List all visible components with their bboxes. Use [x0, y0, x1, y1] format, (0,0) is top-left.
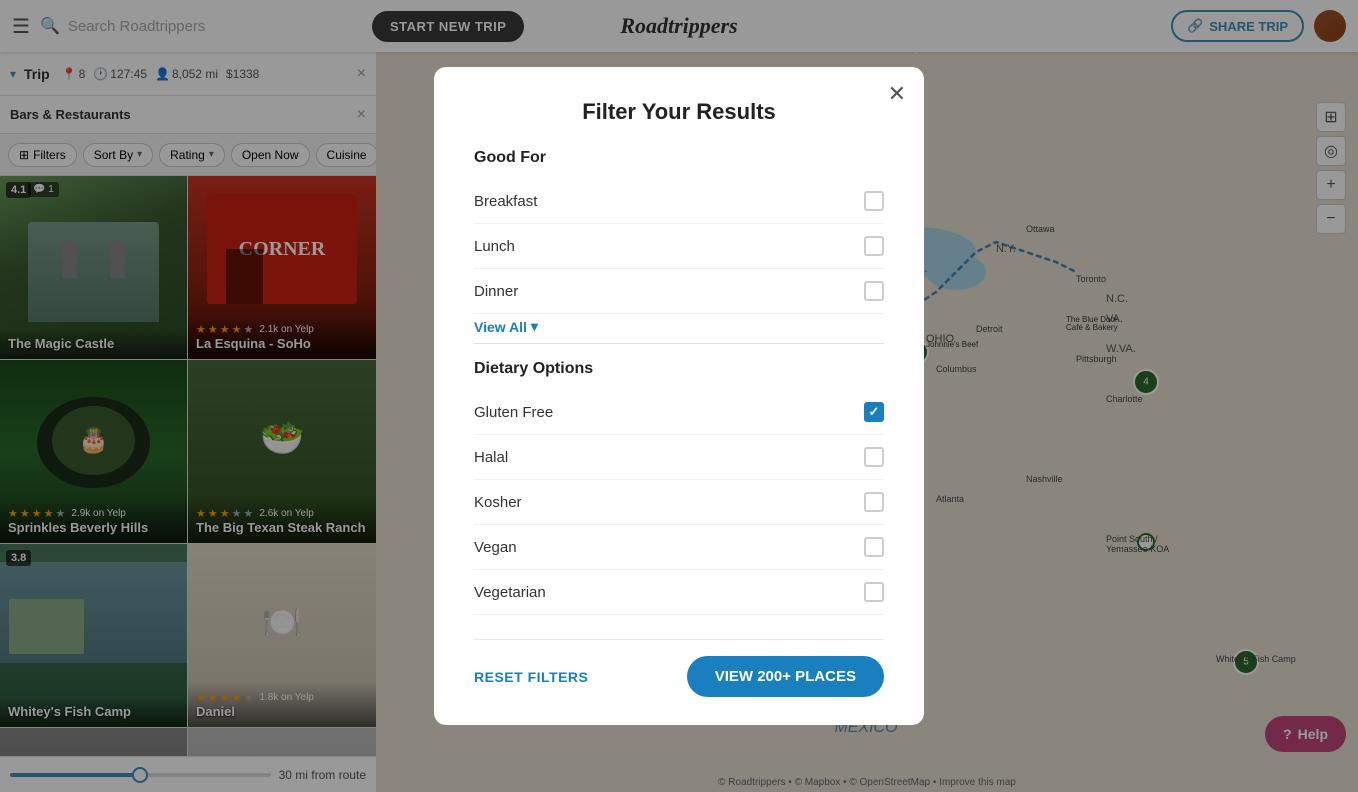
modal-title: Filter Your Results — [474, 99, 884, 125]
filter-vegetarian[interactable]: Vegetarian — [474, 570, 884, 615]
halal-label: Halal — [474, 449, 508, 466]
vegetarian-label: Vegetarian — [474, 584, 546, 601]
filter-vegan[interactable]: Vegan — [474, 525, 884, 570]
dietary-section-title: Dietary Options — [474, 360, 884, 378]
lunch-label: Lunch — [474, 238, 515, 255]
view-all-link[interactable]: View All ▾ — [474, 318, 884, 335]
gluten-free-label: Gluten Free — [474, 404, 553, 421]
filter-modal: Filter Your Results ✕ Good For Breakfast… — [434, 67, 924, 725]
modal-close-button[interactable]: ✕ — [888, 81, 906, 107]
filter-kosher[interactable]: Kosher — [474, 480, 884, 525]
vegan-checkbox[interactable] — [864, 537, 884, 557]
section-divider — [474, 343, 884, 344]
view-all-label: View All — [474, 319, 527, 335]
gluten-free-checkbox[interactable] — [864, 402, 884, 422]
filter-lunch[interactable]: Lunch — [474, 224, 884, 269]
reset-filters-button[interactable]: RESET FILTERS — [474, 669, 588, 685]
modal-footer: RESET FILTERS VIEW 200+ PLACES — [474, 639, 884, 697]
filter-breakfast[interactable]: Breakfast — [474, 179, 884, 224]
vegan-label: Vegan — [474, 539, 517, 556]
good-for-section-title: Good For — [474, 149, 884, 167]
view-places-button[interactable]: VIEW 200+ PLACES — [687, 656, 884, 697]
filter-halal[interactable]: Halal — [474, 435, 884, 480]
breakfast-checkbox[interactable] — [864, 191, 884, 211]
filter-dinner[interactable]: Dinner — [474, 269, 884, 314]
breakfast-label: Breakfast — [474, 193, 537, 210]
modal-overlay: Filter Your Results ✕ Good For Breakfast… — [0, 0, 1358, 792]
chevron-down-icon: ▾ — [531, 318, 538, 335]
dinner-label: Dinner — [474, 283, 518, 300]
lunch-checkbox[interactable] — [864, 236, 884, 256]
vegetarian-checkbox[interactable] — [864, 582, 884, 602]
dinner-checkbox[interactable] — [864, 281, 884, 301]
kosher-checkbox[interactable] — [864, 492, 884, 512]
filter-gluten-free[interactable]: Gluten Free — [474, 390, 884, 435]
kosher-label: Kosher — [474, 494, 522, 511]
halal-checkbox[interactable] — [864, 447, 884, 467]
